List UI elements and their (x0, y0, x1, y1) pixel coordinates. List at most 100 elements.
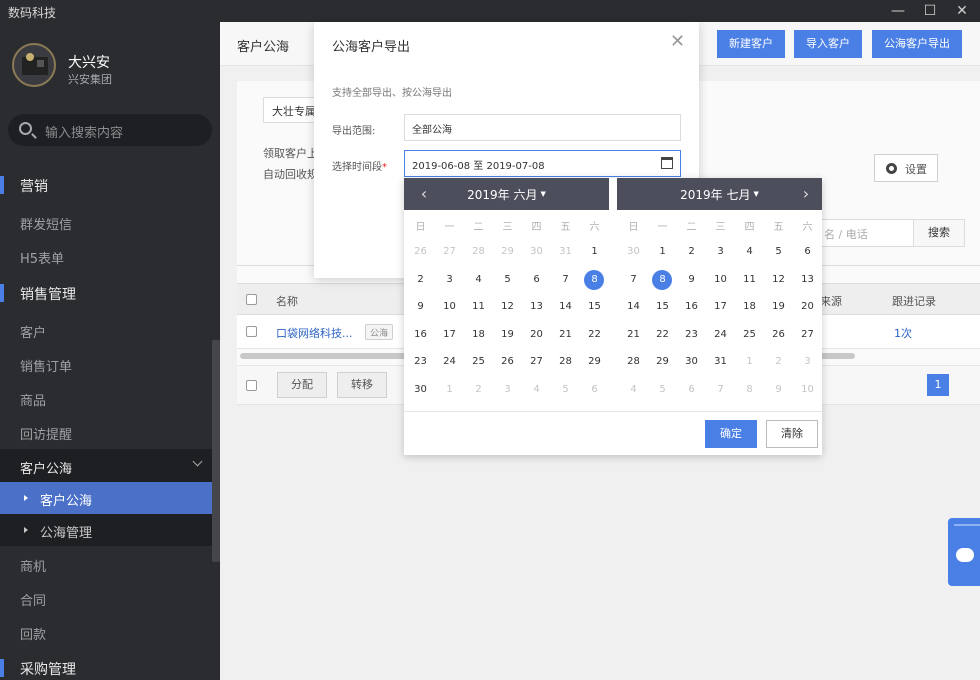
minimize-button[interactable]: — (889, 2, 907, 20)
calendar-day[interactable]: 1 (648, 241, 677, 263)
sidebar-group-sales[interactable]: 销售管理 (0, 276, 220, 310)
floating-chat-button[interactable] (948, 518, 980, 586)
sidebar-group-purchase[interactable]: 采购管理 (0, 651, 220, 680)
calendar-day[interactable]: 26 (406, 241, 435, 263)
sidebar-item-contract[interactable]: 合同 (0, 581, 220, 615)
sidebar-item-h5[interactable]: H5表单 (0, 239, 220, 273)
calendar-day[interactable]: 14 (619, 296, 648, 318)
export-pool-button[interactable]: 公海客户导出 (872, 30, 962, 58)
sidebar-item-followup[interactable]: 回访提醒 (0, 415, 220, 449)
calendar-day[interactable]: 14 (551, 296, 580, 318)
calendar-day[interactable]: 17 (435, 324, 464, 346)
calendar-day[interactable]: 6 (677, 379, 706, 401)
calendar-day[interactable]: 21 (551, 324, 580, 346)
clear-button[interactable]: 清除 (766, 420, 818, 448)
calendar-day[interactable]: 9 (677, 269, 706, 291)
calendar-day-selected[interactable]: 8 (648, 269, 677, 291)
sidebar-item-product[interactable]: 商品 (0, 381, 220, 415)
calendar-day[interactable]: 13 (793, 269, 822, 291)
calendar-day[interactable]: 23 (406, 351, 435, 373)
calendar-day[interactable]: 16 (406, 324, 435, 346)
calendar-day[interactable]: 6 (793, 241, 822, 263)
calendar-day[interactable]: 3 (793, 351, 822, 373)
calendar-day[interactable]: 20 (793, 296, 822, 318)
calendar-day[interactable]: 29 (493, 241, 522, 263)
assign-button[interactable]: 分配 (277, 372, 327, 398)
calendar-day[interactable]: 11 (464, 296, 493, 318)
calendar-day[interactable]: 3 (493, 379, 522, 401)
sidebar-subitem-pool[interactable]: 客户公海 (0, 482, 212, 514)
calendar-day[interactable]: 30 (406, 379, 435, 401)
search-input[interactable]: 输入搜索内容 (45, 122, 123, 141)
calendar-day[interactable]: 24 (435, 351, 464, 373)
calendar-day[interactable]: 8 (735, 379, 764, 401)
calendar-day[interactable]: 27 (793, 324, 822, 346)
calendar-day[interactable]: 10 (435, 296, 464, 318)
calendar-day[interactable]: 5 (648, 379, 677, 401)
calendar-day[interactable]: 30 (619, 241, 648, 263)
calendar-day[interactable]: 28 (464, 241, 493, 263)
calendar-day[interactable]: 2 (464, 379, 493, 401)
calendar-day[interactable]: 27 (435, 241, 464, 263)
calendar-day[interactable]: 2 (677, 241, 706, 263)
calendar-day[interactable]: 18 (464, 324, 493, 346)
calendar-day[interactable]: 13 (522, 296, 551, 318)
calendar-day[interactable]: 3 (706, 241, 735, 263)
new-customer-button[interactable]: 新建客户 (717, 30, 785, 58)
calendar-day[interactable]: 17 (706, 296, 735, 318)
calendar-day[interactable]: 11 (735, 269, 764, 291)
calendar-day[interactable]: 24 (706, 324, 735, 346)
calendar-day[interactable]: 29 (648, 351, 677, 373)
calendar-day[interactable]: 25 (464, 351, 493, 373)
sidebar-item-payment[interactable]: 回款 (0, 615, 220, 649)
calendar-day[interactable]: 6 (580, 379, 609, 401)
calendar-day[interactable]: 9 (406, 296, 435, 318)
calendar-day[interactable]: 5 (551, 379, 580, 401)
calendar-day[interactable]: 10 (793, 379, 822, 401)
row-checkbox[interactable] (246, 326, 257, 337)
next-month-button[interactable]: › (798, 186, 814, 202)
sidebar-item-sms[interactable]: 群发短信 (0, 205, 220, 239)
calendar-day[interactable]: 1 (735, 351, 764, 373)
close-window-button[interactable]: ✕ (953, 2, 971, 20)
date-range-input[interactable]: 2019-06-08 至 2019-07-08 (404, 150, 681, 177)
sidebar-item-pool[interactable]: 客户公海 (0, 449, 212, 483)
calendar-day[interactable]: 2 (764, 351, 793, 373)
calendar-day[interactable]: 25 (735, 324, 764, 346)
calendar-day[interactable]: 4 (735, 241, 764, 263)
calendar-day[interactable]: 26 (493, 351, 522, 373)
calendar-day[interactable]: 30 (522, 241, 551, 263)
search-button[interactable]: 搜索 (913, 219, 965, 247)
calendar-day[interactable]: 19 (764, 296, 793, 318)
calendar-day[interactable]: 22 (580, 324, 609, 346)
confirm-button[interactable]: 确定 (705, 420, 757, 448)
sidebar-search[interactable]: 输入搜索内容 (8, 114, 212, 146)
calendar-day[interactable]: 31 (551, 241, 580, 263)
footer-checkbox[interactable] (246, 380, 257, 391)
calendar-day[interactable]: 4 (522, 379, 551, 401)
calendar-day[interactable]: 29 (580, 351, 609, 373)
calendar-day[interactable]: 16 (677, 296, 706, 318)
import-customer-button[interactable]: 导入客户 (794, 30, 862, 58)
year-month-selector[interactable]: 2019年 七月 ▼ (617, 186, 822, 203)
calendar-day[interactable]: 3 (435, 269, 464, 291)
close-icon[interactable]: ✕ (670, 33, 685, 51)
range-select[interactable]: 全部公海 (404, 114, 681, 141)
avatar[interactable] (12, 43, 56, 87)
calendar-day[interactable]: 9 (764, 379, 793, 401)
calendar-day[interactable]: 21 (619, 324, 648, 346)
calendar-day[interactable]: 6 (522, 269, 551, 291)
calendar-day[interactable]: 1 (435, 379, 464, 401)
calendar-icon[interactable] (661, 157, 673, 169)
calendar-day[interactable]: 5 (493, 269, 522, 291)
transfer-button[interactable]: 转移 (337, 372, 387, 398)
calendar-day[interactable]: 12 (764, 269, 793, 291)
calendar-day[interactable]: 15 (648, 296, 677, 318)
calendar-day[interactable]: 28 (551, 351, 580, 373)
calendar-day[interactable]: 30 (677, 351, 706, 373)
calendar-day[interactable]: 4 (619, 379, 648, 401)
select-all-checkbox[interactable] (246, 294, 257, 305)
calendar-day[interactable]: 31 (706, 351, 735, 373)
calendar-day[interactable]: 23 (677, 324, 706, 346)
calendar-day[interactable]: 20 (522, 324, 551, 346)
